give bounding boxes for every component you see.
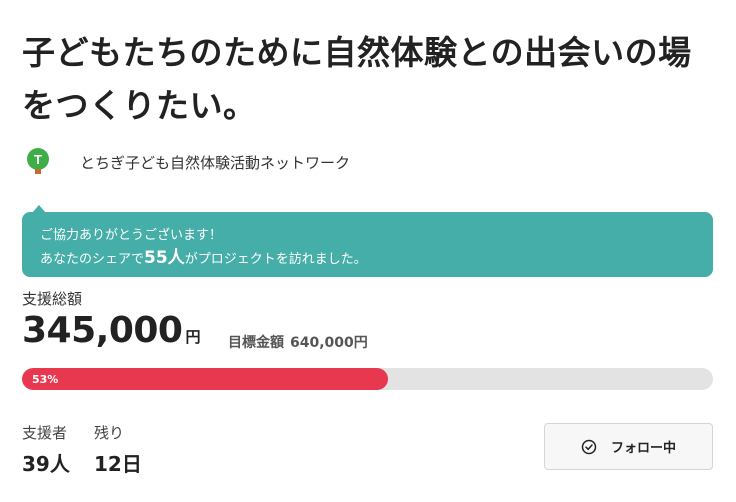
share-result-suffix: がプロジェクトを訪れました。 xyxy=(184,252,367,267)
target-amount: 目標金額 640,000円 xyxy=(228,332,368,352)
follow-button-label: フォロー中 xyxy=(610,441,676,456)
share-visitor-count: 55人 xyxy=(144,248,185,268)
share-thanks-line: ご協力ありがとうございます！ xyxy=(40,228,223,243)
funding-progress-fill: 53% xyxy=(22,368,389,390)
funding-progress-text: 53% xyxy=(32,372,59,386)
tree-logo-icon: T xyxy=(24,146,52,178)
organization[interactable]: T とちぎ子ども自然体験活動ネットワーク xyxy=(24,146,350,178)
share-result-line: あなたのシェアで 55人 がプロジェクトを訪れました。 xyxy=(40,247,713,271)
share-thanks-banner: ご協力ありがとうございます！ あなたのシェアで 55人 がプロジェクトを訪れました。 xyxy=(22,205,713,277)
total-funding-unit: 円 xyxy=(185,328,201,346)
total-funding-amount: 345,000 xyxy=(22,310,183,351)
project-title: 子どもたちのために自然体験との出会いの場をつくりたい。 xyxy=(22,33,692,125)
check-circle-icon xyxy=(581,439,597,455)
share-result-prefix: あなたのシェアで xyxy=(40,252,145,267)
supporters-stat: 支援者 39人 xyxy=(22,422,70,477)
organization-name[interactable]: とちぎ子ども自然体験活動ネットワーク xyxy=(80,152,350,173)
total-funding-label: 支援総額 xyxy=(22,290,83,308)
follow-button[interactable]: フォロー中 xyxy=(544,423,713,470)
svg-text:T: T xyxy=(34,152,42,167)
supporters-label: 支援者 xyxy=(22,424,68,442)
remaining-label: 残り xyxy=(94,424,125,442)
funding-progress-bar: 53% xyxy=(22,368,713,390)
target-amount-value: 640,000円 xyxy=(290,335,368,351)
target-amount-label: 目標金額 xyxy=(228,335,284,351)
remaining-stat: 残り 12日 xyxy=(94,422,142,477)
total-funding: 345,000 円 xyxy=(22,310,200,351)
supporters-value: 39人 xyxy=(22,452,70,476)
remaining-value: 12日 xyxy=(94,452,142,476)
